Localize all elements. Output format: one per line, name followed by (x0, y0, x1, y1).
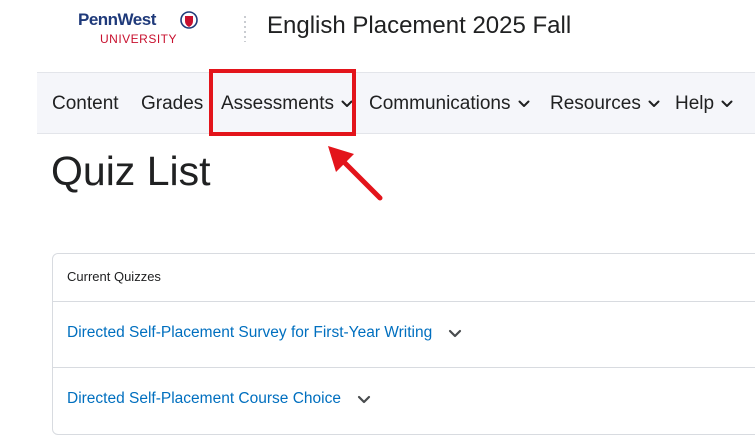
chevron-down-icon (721, 100, 733, 107)
nav-item-label: Resources (550, 93, 641, 114)
quiz-link[interactable]: Directed Self-Placement Course Choice (67, 390, 371, 408)
course-navbar: Content Grades Assessments Communication… (37, 72, 755, 134)
panel-header: Current Quizzes (53, 254, 755, 302)
current-quizzes-label: Current Quizzes (67, 269, 161, 284)
quiz-title[interactable]: Directed Self-Placement Survey for First… (67, 324, 432, 342)
quiz-list-panel: Current Quizzes Directed Self-Placement … (52, 253, 755, 435)
shield-icon (180, 11, 198, 29)
chevron-down-icon[interactable] (357, 395, 371, 404)
list-item: Directed Self-Placement Survey for First… (53, 302, 755, 368)
nav-item-communications[interactable]: Communications (369, 93, 530, 115)
nav-item-grades[interactable]: Grades (141, 93, 203, 115)
annotation-highlight-box (209, 69, 356, 136)
chevron-down-icon (518, 100, 529, 107)
page-title: Quiz List (51, 148, 211, 194)
nav-item-label: Grades (141, 93, 204, 114)
arrow-icon (328, 146, 383, 201)
chevron-down-icon[interactable] (448, 329, 462, 338)
quiz-title[interactable]: Directed Self-Placement Course Choice (67, 390, 341, 408)
university-logo[interactable]: PennWest UNIVERSITY (78, 10, 198, 50)
nav-item-content[interactable]: Content (52, 93, 119, 115)
header-divider (244, 16, 246, 42)
nav-item-help[interactable]: Help (675, 93, 733, 115)
nav-item-resources[interactable]: Resources (550, 93, 660, 115)
nav-item-label: Communications (369, 93, 511, 114)
list-item: Directed Self-Placement Course Choice (53, 368, 755, 434)
quiz-link[interactable]: Directed Self-Placement Survey for First… (67, 324, 462, 342)
site-header: PennWest UNIVERSITY English Placement 20… (0, 0, 755, 72)
nav-item-label: Content (52, 93, 119, 114)
logo-sub-text: UNIVERSITY (100, 32, 178, 46)
chevron-down-icon (648, 100, 660, 107)
course-title[interactable]: English Placement 2025 Fall (267, 12, 571, 40)
nav-item-label: Help (675, 93, 715, 114)
logo-main-text: PennWest (78, 10, 156, 29)
